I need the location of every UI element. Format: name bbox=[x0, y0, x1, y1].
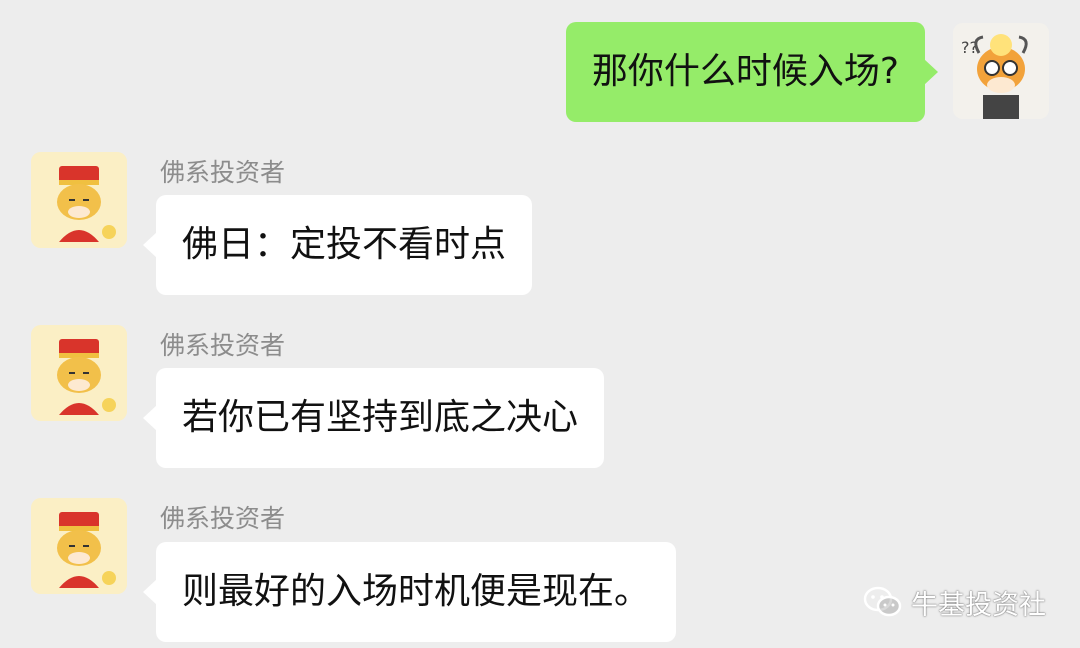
sender-avatar[interactable] bbox=[31, 498, 127, 594]
message-text: 那你什么时候入场? bbox=[591, 51, 899, 92]
outgoing-message-bubble[interactable]: 那你什么时候入场? bbox=[565, 22, 939, 122]
sender-avatar[interactable] bbox=[31, 325, 127, 421]
message-text: 若你已有坚持到底之决心 bbox=[182, 397, 579, 438]
incoming-message-bubble[interactable]: 若你已有坚持到底之决心 bbox=[142, 368, 605, 468]
incoming-message-bubble[interactable]: 佛日：定投不看时点 bbox=[142, 195, 533, 295]
wechat-icon bbox=[863, 585, 903, 619]
my-avatar[interactable]: ?? bbox=[953, 23, 1049, 119]
incoming-message-bubble[interactable]: 则最好的入场时机便是现在。 bbox=[142, 542, 677, 642]
message-text: 则最好的入场时机便是现在。 bbox=[182, 571, 651, 612]
sender-name: 佛系投资者 bbox=[160, 331, 286, 360]
sender-name: 佛系投资者 bbox=[160, 504, 286, 533]
watermark-text: 牛基投资社 bbox=[911, 589, 1046, 621]
sender-name: 佛系投资者 bbox=[160, 158, 286, 187]
message-text: 佛日：定投不看时点 bbox=[182, 224, 507, 265]
watermark: 牛基投资社 bbox=[863, 582, 1046, 622]
sender-avatar[interactable] bbox=[31, 152, 127, 248]
